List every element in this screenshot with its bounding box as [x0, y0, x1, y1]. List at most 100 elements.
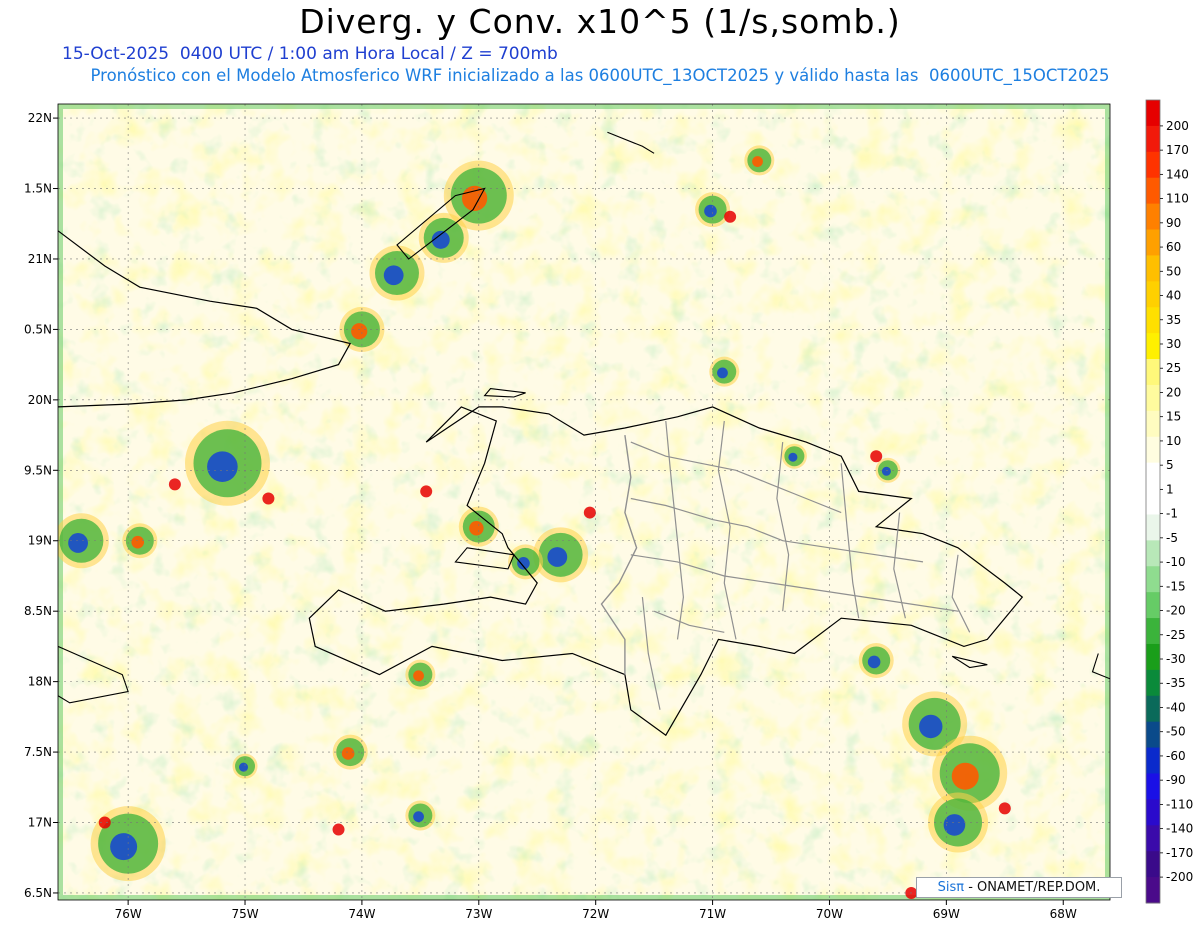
lat-tick-label: 20N: [28, 393, 52, 407]
legend-swatch: [1146, 177, 1160, 205]
legend-label: -170: [1166, 846, 1193, 860]
legend-label: 50: [1166, 264, 1181, 278]
lat-tick-label: 7.5N: [24, 745, 52, 759]
lon-tick-label: 72W: [582, 907, 609, 921]
legend-swatch: [1146, 255, 1160, 282]
legend-label: -110: [1166, 797, 1193, 811]
legend-swatch: [1146, 100, 1160, 127]
legend-swatch: [1146, 410, 1160, 438]
legend-swatch: [1146, 281, 1160, 308]
cell-core: [788, 452, 798, 462]
legend-label: -40: [1166, 700, 1186, 714]
legend-label: -15: [1166, 579, 1186, 593]
legend-swatch: [1146, 384, 1160, 412]
cell-core: [752, 156, 763, 167]
legend-label: 170: [1166, 143, 1189, 157]
credit-badge: Sisπ - ONAMET/REP.DOM.: [916, 877, 1122, 898]
legend-label: 60: [1166, 240, 1181, 254]
legend-swatch: [1146, 229, 1160, 256]
legend-label: 200: [1166, 119, 1189, 133]
lat-tick-label: 21N: [28, 252, 52, 266]
legend-swatch: [1146, 514, 1160, 541]
cell-core: [717, 367, 728, 379]
divergence-max: [332, 823, 345, 836]
cell-core: [110, 833, 138, 861]
organization-label: - ONAMET/REP.DOM.: [968, 880, 1101, 895]
legend-label: 90: [1166, 216, 1181, 230]
legend-label: 10: [1166, 434, 1181, 448]
lon-tick-label: 69W: [933, 907, 960, 921]
legend-swatch: [1146, 333, 1160, 360]
divergence-max: [420, 485, 433, 498]
divergence-max: [724, 210, 737, 223]
legend-label: 20: [1166, 385, 1181, 399]
legend-swatch: [1146, 799, 1160, 826]
legend-swatch: [1146, 125, 1160, 153]
sispi-logo-text: Sisπ: [937, 880, 965, 895]
legend-swatch: [1146, 747, 1160, 774]
cell-core: [951, 762, 979, 790]
legend-label: -35: [1166, 676, 1186, 690]
cell-core: [704, 204, 717, 218]
legend-swatch: [1146, 540, 1160, 567]
legend-label: -140: [1166, 822, 1193, 836]
divergence-max: [583, 506, 596, 519]
lat-tick-label: 22N: [28, 111, 52, 125]
cell-core: [517, 556, 530, 570]
cell-core: [207, 451, 238, 482]
legend-swatch: [1146, 773, 1160, 800]
legend-label: -5: [1166, 531, 1178, 545]
lat-tick-label: 1.5N: [24, 182, 52, 196]
legend-swatch: [1146, 436, 1160, 464]
lat-tick-label: 6.5N: [24, 886, 52, 900]
legend-label: 25: [1166, 361, 1181, 375]
cell-core: [68, 533, 88, 553]
legend-label: -60: [1166, 749, 1186, 763]
legend-label: 15: [1166, 410, 1181, 424]
cell-core: [943, 814, 966, 836]
cell-core: [383, 265, 404, 286]
divergence-max: [998, 802, 1011, 815]
legend-label: -20: [1166, 604, 1186, 618]
legend-swatch: [1146, 851, 1160, 878]
legend-label: -25: [1166, 628, 1186, 642]
lat-tick-label: 0.5N: [24, 322, 52, 336]
legend-swatch: [1146, 695, 1160, 723]
cell-core: [131, 535, 145, 549]
legend-label: -30: [1166, 652, 1186, 666]
lon-tick-label: 73W: [465, 907, 492, 921]
lat-tick-label: 8.5N: [24, 604, 52, 618]
lat-tick-label: 9.5N: [24, 463, 52, 477]
legend-label: 35: [1166, 313, 1181, 327]
color-legend: 200 170 140 110 90 60 50 40 35 30 25 20 15 10 5 1 -1 -5 -1…: [1145, 99, 1193, 904]
cell-core: [413, 670, 424, 682]
legend-swatch: [1146, 488, 1160, 515]
lon-tick-label: 76W: [115, 907, 142, 921]
cell-core: [469, 521, 484, 536]
legend-label: 1: [1166, 482, 1174, 496]
legend-swatch: [1146, 643, 1160, 671]
legend-swatch: [1146, 825, 1160, 852]
legend-swatch: [1146, 462, 1160, 490]
divergence-max: [168, 478, 181, 491]
lat-tick-label: 19N: [28, 534, 52, 548]
divergence-max: [870, 450, 883, 463]
legend-label: -1: [1166, 507, 1178, 521]
latitude-axis: 22N 1.5N 21N 0.5N 20N 9.5N 19N 8.5N 18N 7.5N 17N 6.…: [24, 111, 58, 900]
lon-tick-label: 74W: [348, 907, 375, 921]
legend-swatch: [1146, 592, 1160, 619]
lon-tick-label: 68W: [1050, 907, 1077, 921]
legend-label: -90: [1166, 773, 1186, 787]
legend-swatch: [1146, 669, 1160, 697]
legend-swatch: [1146, 618, 1160, 645]
cell-core: [919, 714, 943, 739]
lat-tick-label: 17N: [28, 816, 52, 830]
legend-swatch: [1146, 359, 1160, 386]
legend-label: -200: [1166, 870, 1193, 884]
cell-core: [881, 466, 891, 476]
longitude-axis: 76W 75W 74W 73W 72W 71W 70W 69W 68W: [115, 900, 1077, 921]
legend-label: -50: [1166, 725, 1186, 739]
forecast-map: 22N 1.5N 21N 0.5N 20N 9.5N 19N 8.5N 18N 7.5N 17N 6.…: [24, 99, 1193, 921]
legend-swatch: [1146, 566, 1160, 593]
cell-core: [239, 762, 249, 772]
